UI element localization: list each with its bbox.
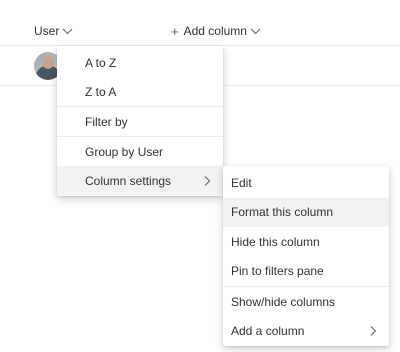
submenu-item-pin-to-filters-pane[interactable]: Pin to filters pane <box>223 257 389 287</box>
menu-item-filter-by[interactable]: Filter by <box>57 107 223 136</box>
menu-item-group-by-user[interactable]: Group by User <box>57 137 223 166</box>
plus-icon: + <box>171 23 179 39</box>
menu-item-label: A to Z <box>85 55 117 70</box>
chevron-down-icon <box>250 28 261 35</box>
column-settings-submenu: Edit Format this column Hide this column… <box>223 166 389 346</box>
chevron-right-icon <box>204 175 211 186</box>
submenu-item-label: Pin to filters pane <box>231 264 324 279</box>
chevron-down-icon <box>62 28 73 35</box>
submenu-item-label: Format this column <box>231 205 334 220</box>
add-column-header[interactable]: + Add column <box>171 22 261 40</box>
user-column-header[interactable]: User <box>34 22 73 40</box>
submenu-item-format-this-column[interactable]: Format this column <box>223 197 389 227</box>
submenu-item-label: Show/hide columns <box>231 294 336 309</box>
user-column-label: User <box>34 24 60 38</box>
submenu-item-label: Add a column <box>231 324 305 339</box>
list-header-row: User + Add column <box>0 0 400 46</box>
submenu-item-edit[interactable]: Edit <box>223 168 389 198</box>
submenu-item-add-a-column[interactable]: Add a column <box>223 317 389 347</box>
menu-item-label: Z to A <box>85 84 117 99</box>
submenu-item-label: Edit <box>231 175 252 190</box>
submenu-item-hide-this-column[interactable]: Hide this column <box>223 227 389 257</box>
menu-item-label: Column settings <box>85 173 172 188</box>
menu-item-label: Filter by <box>85 114 128 129</box>
menu-item-column-settings[interactable]: Column settings <box>57 166 223 195</box>
menu-item-sort-z-to-a[interactable]: Z to A <box>57 77 223 106</box>
chevron-right-icon <box>370 326 377 337</box>
column-context-menu: A to Z Z to A Filter by Group by User Co… <box>57 46 223 196</box>
menu-item-sort-a-to-z[interactable]: A to Z <box>57 48 223 77</box>
submenu-item-show-hide-columns[interactable]: Show/hide columns <box>223 287 389 317</box>
add-column-label: Add column <box>183 24 247 38</box>
menu-item-label: Group by User <box>85 144 164 159</box>
submenu-item-label: Hide this column <box>231 234 320 249</box>
